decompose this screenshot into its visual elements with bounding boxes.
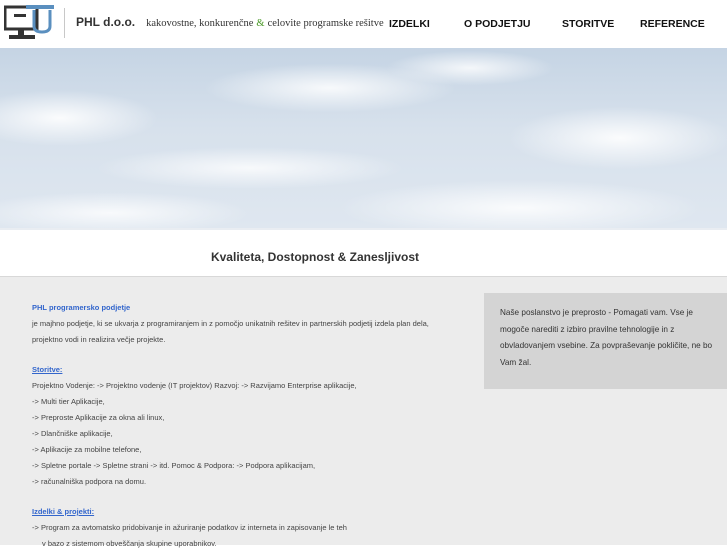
service-item: -> računalniška podpora na domu.	[32, 477, 147, 486]
company-name[interactable]: PHL d.o.o.	[76, 15, 135, 29]
nav-storitve[interactable]: STORITVE	[562, 18, 614, 30]
slogan: Kvaliteta, Dostopnost & Zanesljivost	[210, 250, 420, 264]
header-divider	[64, 8, 65, 38]
service-item: -> Preproste Aplikacije za okna ali linu…	[32, 413, 165, 422]
nav-o-podjetju[interactable]: O PODJETJU	[464, 18, 531, 30]
services-heading-link[interactable]: Storitve:	[32, 362, 472, 378]
tagline-ampersand: &	[256, 18, 265, 29]
tagline-part2: celovite programske rešitve	[267, 18, 384, 29]
intro-line: je majhno podjetje, ki se ukvarja z prog…	[32, 319, 429, 328]
service-item: -> Aplikacije za mobilne telefone,	[32, 445, 142, 454]
intro-line: projektno vodi in realizira večje projek…	[32, 335, 166, 344]
content-left-column: PHL programersko podjetje je majhno podj…	[32, 300, 472, 552]
service-item: -> Spletne portale -> Spletne strani -> …	[32, 461, 316, 470]
nav-reference[interactable]: REFERENCE	[640, 18, 705, 30]
mission-text: Naše poslanstvo je preprosto - Pomagati …	[500, 308, 713, 367]
mission-box: Naše poslanstvo je preprosto - Pomagati …	[484, 293, 727, 389]
intro-heading: PHL programersko podjetje	[32, 303, 131, 312]
hero-sky-image	[0, 48, 727, 228]
product-item: v bazo z sistemom obveščanja skupine upo…	[42, 539, 217, 548]
brand: PHL d.o.o. kakovostne, konkurenčne & cel…	[76, 15, 384, 30]
phl-logo-icon[interactable]	[4, 4, 56, 44]
tagline-band: Kvaliteta, Dostopnost & Zanesljivost	[0, 230, 727, 277]
nav-izdelki[interactable]: IZDELKI	[389, 18, 430, 30]
service-item: -> Dlančniške aplikacije,	[32, 429, 113, 438]
tagline-part1: kakovostne, konkurenčne	[146, 18, 254, 29]
service-item: Projektno Vodenje: -> Projektno vodenje …	[32, 381, 357, 390]
product-item: -> Program za avtomatsko pridobivanje in…	[32, 523, 347, 532]
service-item: -> Multi tier Aplikacije,	[32, 397, 105, 406]
products-heading-link[interactable]: Izdelki & projekti:	[32, 504, 472, 520]
main-content: PHL programersko podjetje je majhno podj…	[0, 277, 727, 548]
site-header: PHL d.o.o. kakovostne, konkurenčne & cel…	[0, 0, 727, 48]
